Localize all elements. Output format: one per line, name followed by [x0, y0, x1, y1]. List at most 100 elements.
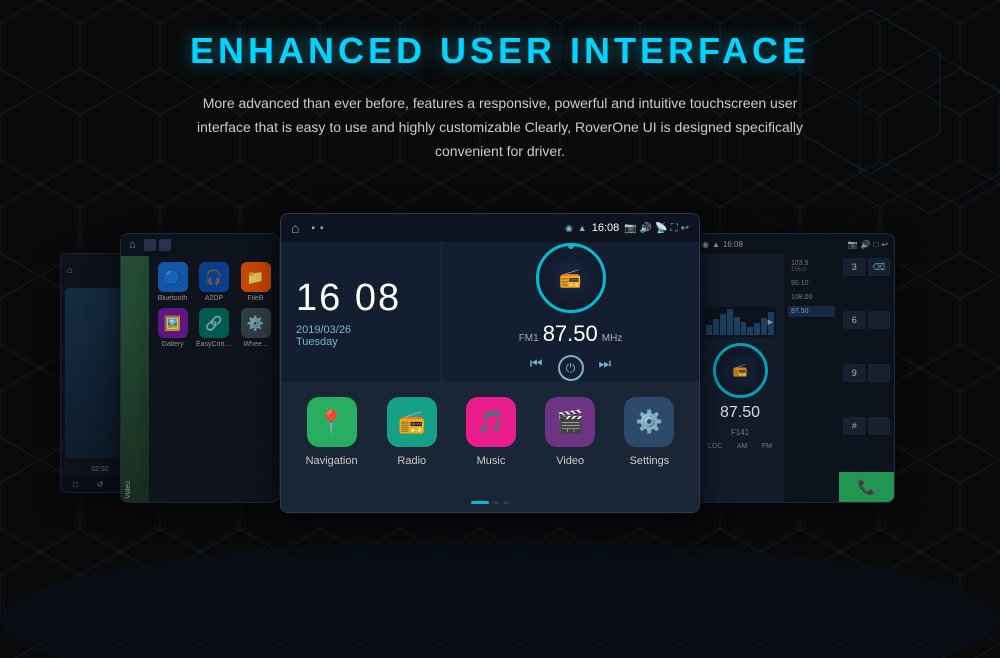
gps-icon: ◉ — [565, 223, 573, 234]
right-radio-dial[interactable]: 📻 — [713, 343, 768, 398]
radio-dial[interactable]: 📻 — [536, 243, 606, 313]
center-right-info: ◉ ▲ 16:08 📷 🔊 📡 ⛶ ↩ — [565, 222, 689, 234]
navigation-label: Navigation — [306, 455, 358, 467]
left-screen-topbar: ⌂ — [121, 234, 279, 256]
fileb-label: FileB — [248, 295, 264, 302]
app-easyconnect[interactable]: 🔗 EasyConnec... — [196, 308, 232, 348]
settings-icon: ⚙️ — [624, 397, 674, 447]
nav-music-item[interactable]: 🎵 Music — [466, 397, 516, 497]
left-apps-grid: 🔵 Bluetooth 🎧 A2DP 📁 FileB — [155, 262, 273, 348]
a2dp-label: A2DP — [205, 295, 223, 302]
radio-section: 📻 FM1 87.50 MHz ⏮ ⏻ ⏭ — [441, 242, 699, 382]
radio-band: FM1 — [519, 333, 539, 344]
nav-navigation-item[interactable]: 📍 Navigation — [306, 397, 358, 497]
radio-nav-label: Radio — [397, 455, 426, 467]
freq-line-4 — [727, 309, 733, 335]
video-icon: 🎬 — [545, 397, 595, 447]
right-topbar: ◉ ▲ 16:08 📷 🔊 □ ↩ — [696, 234, 894, 254]
navigation-icon: 📍 — [307, 397, 357, 447]
app-a2dp[interactable]: 🎧 A2DP — [196, 262, 232, 302]
left-icon2 — [159, 239, 171, 251]
easyconnect-icon: 🔗 — [199, 308, 229, 338]
fileb-icon: 📁 — [241, 262, 271, 292]
cam-icon: 📷 — [624, 223, 636, 234]
right-dial-icon: 📻 — [733, 363, 748, 377]
app-bluetooth[interactable]: 🔵 Bluetooth — [155, 262, 190, 302]
signal-icon: ▲ — [578, 223, 587, 233]
wheel-icon: ⚙️ — [241, 308, 271, 338]
app-fileb[interactable]: 📁 FileB — [238, 262, 273, 302]
clock-time: 16 08 — [296, 277, 426, 320]
center-screen-wrapper: ⌂ ▪ ▪ ◉ ▲ 16:08 📷 🔊 📡 ⛶ — [281, 214, 699, 512]
station-3[interactable]: 108.00 — [788, 292, 835, 303]
radio-icon: 📻 — [559, 268, 581, 289]
key-hash[interactable]: # — [843, 417, 866, 435]
left-icon1 — [144, 239, 156, 251]
freq-line-9 — [761, 318, 767, 335]
right-arrow-icon[interactable]: ▶ — [768, 318, 773, 326]
page-content: ENHANCED USER INTERFACE More advanced th… — [0, 0, 1000, 533]
vol-icon: 🔊 — [640, 223, 652, 234]
gallery-icon: 🖼️ — [158, 308, 188, 338]
phone-icon: 📞 — [858, 479, 875, 496]
power-button[interactable]: ⏻ — [558, 355, 584, 381]
center-time: 16:08 — [592, 222, 620, 234]
center-icon2: ▪ — [320, 223, 324, 234]
right-main-content: ▶ 📻 87.50 F141 LOC AM — [696, 254, 894, 502]
nav-settings-item[interactable]: ⚙️ Settings — [624, 397, 674, 497]
left-screen-layout: Video 🔵 Bluetooth 🎧 A2DP — [121, 256, 279, 502]
fm-label: FM — [762, 443, 772, 450]
station-2[interactable]: 90.10 — [788, 278, 835, 289]
key-backspace[interactable]: ⌫ — [868, 258, 891, 276]
key-empty3 — [868, 417, 891, 435]
app-wheel[interactable]: ⚙️ Whee... — [238, 308, 273, 348]
freq-line-2 — [713, 319, 719, 335]
easyconnect-label: EasyConnec... — [196, 341, 232, 348]
center-home-icon: ⌂ — [291, 220, 299, 236]
station-4-active[interactable]: 87.50 — [788, 306, 835, 317]
prev-track-button[interactable]: ⏮ — [530, 355, 543, 381]
next-track-button[interactable]: ⏭ — [599, 355, 612, 381]
station-1[interactable]: 103.9 108.0 — [788, 258, 835, 275]
nav-video-item[interactable]: 🎬 Video — [545, 397, 595, 497]
loc-label: LOC — [708, 443, 722, 450]
clock-day: Tuesday — [296, 336, 426, 348]
right-keypad-section: 3 ⌫ 6 9 # 📞 — [839, 254, 894, 502]
right-vol-icon: 🔊 — [860, 240, 870, 249]
right-frequency-display: 87.50 — [720, 404, 760, 422]
right-time: 16:08 — [723, 240, 743, 249]
key-3[interactable]: 3 — [843, 258, 866, 276]
center-top-icons: ▪ ▪ — [311, 223, 323, 234]
freq-line-8 — [754, 323, 760, 335]
gallery-label: Gallery — [161, 341, 183, 348]
left-apps-area: 🔵 Bluetooth 🎧 A2DP 📁 FileB — [149, 256, 279, 502]
bluetooth-label: Bluetooth — [158, 295, 188, 302]
clock-date: 2019/03/26 — [296, 324, 426, 336]
freq-line-1 — [706, 325, 712, 335]
key-6[interactable]: 6 — [843, 311, 866, 329]
screen-center: ⌂ ▪ ▪ ◉ ▲ 16:08 📷 🔊 📡 ⛶ — [280, 213, 700, 513]
right-cast-icon: □ — [873, 240, 878, 249]
key-9[interactable]: 9 — [843, 364, 866, 382]
right-freq-sub: F141 — [731, 428, 749, 437]
freq-line-6 — [741, 322, 747, 335]
far-left-home-icon: ⌂ — [67, 265, 72, 275]
app-gallery[interactable]: 🖼️ Gallery — [155, 308, 190, 348]
freq-line-5 — [734, 317, 740, 335]
nav-radio-item[interactable]: 📻 Radio — [387, 397, 437, 497]
music-label: Music — [477, 455, 506, 467]
dot-1 — [471, 501, 489, 504]
fullscreen-icon: ⛶ — [671, 223, 678, 234]
freq-lines — [704, 307, 776, 337]
screen-left: ⌂ Video 🔵 Blueto — [120, 233, 280, 503]
right-screen-inner: ◉ ▲ 16:08 📷 🔊 □ ↩ — [696, 234, 894, 502]
clock-section: 16 08 2019/03/26 Tuesday — [281, 242, 441, 382]
call-button[interactable]: 📞 — [839, 472, 894, 502]
right-station-list: 103.9 108.0 90.10 108.00 87.50 — [784, 254, 839, 502]
far-left-icon2: ↺ — [97, 480, 104, 489]
a2dp-icon: 🎧 — [199, 262, 229, 292]
screens-container: ⌂ 02:92 □ ↺ ≡ ⌂ — [50, 193, 950, 533]
freq-line-7 — [747, 327, 753, 335]
left-home-icon: ⌂ — [129, 239, 136, 251]
radio-frequency: 87.50 — [543, 321, 598, 347]
